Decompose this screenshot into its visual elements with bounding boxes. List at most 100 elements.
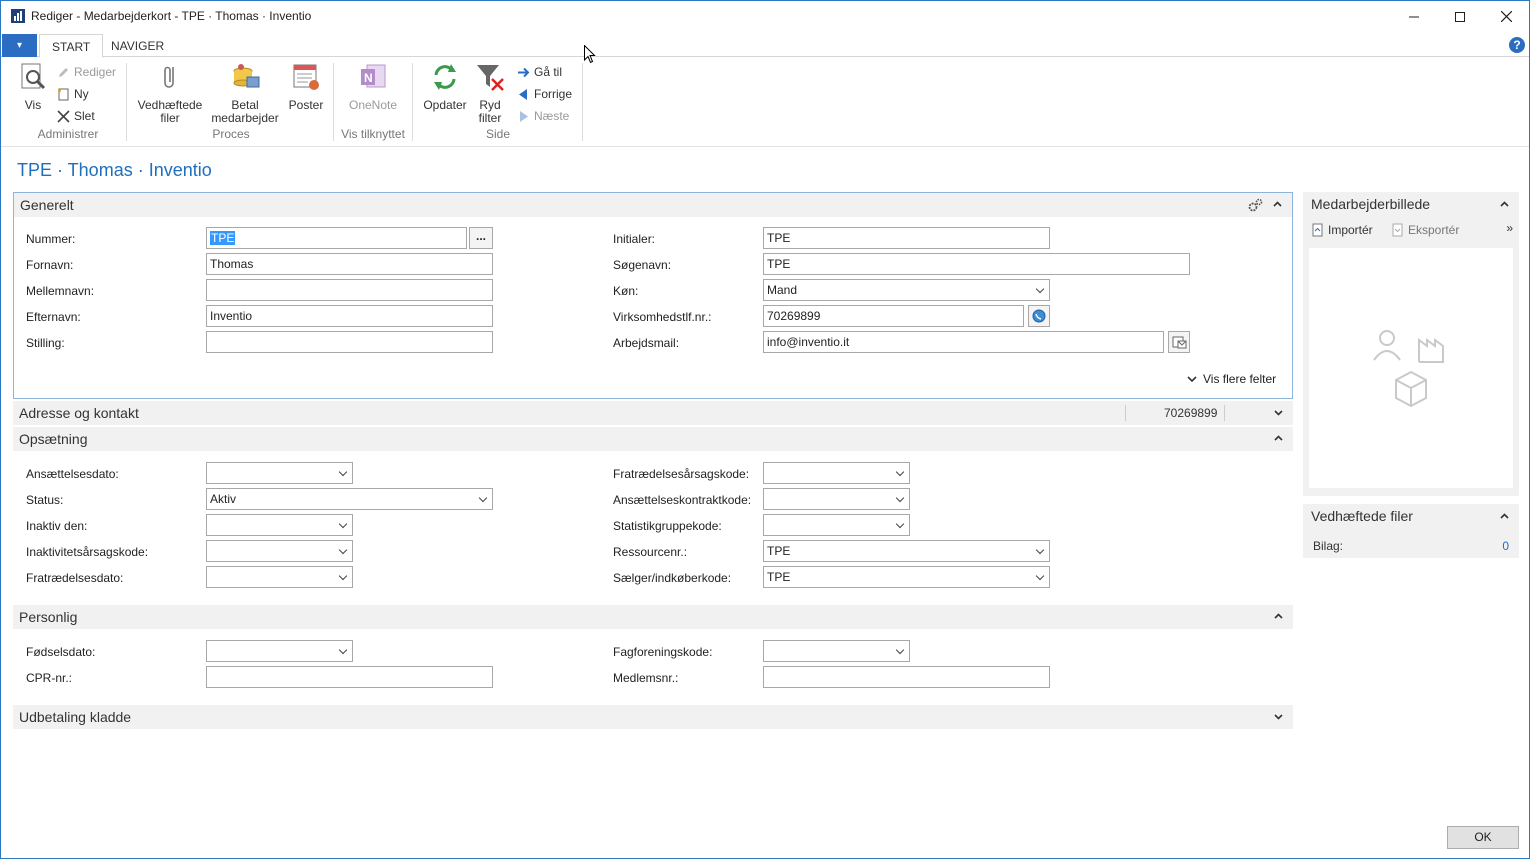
label-fagforeningskode: Fagforeningskode: — [613, 645, 713, 659]
bilag-count-link[interactable]: 0 — [1502, 539, 1509, 553]
edit-button[interactable]: Rediger — [57, 63, 116, 81]
chevron-up-icon[interactable] — [1273, 201, 1282, 207]
fasttab-general-header[interactable]: Generelt — [14, 193, 1292, 217]
app-menu-button[interactable]: ▾ — [2, 34, 37, 57]
saelger-select[interactable]: TPE — [763, 566, 1050, 588]
fasttab-payment-header[interactable]: Udbetaling kladde — [13, 705, 1293, 729]
fratraedelsesdato-select[interactable] — [206, 566, 353, 588]
ribbon-tab-bar: ▾ START NAVIGER ? — [1, 34, 1529, 58]
triangle-right-icon — [520, 110, 528, 122]
arbejdsmail-field[interactable]: info@inventio.it — [763, 331, 1164, 353]
label-fratraedelsesdato: Fratrædelsesdato: — [26, 571, 124, 585]
label-nummer: Nummer: — [26, 232, 76, 246]
efternavn-field[interactable]: Inventio — [206, 305, 493, 327]
inaktiv-den-select[interactable] — [206, 514, 353, 536]
title-bar: Rediger - Medarbejderkort - TPE · Thomas… — [1, 1, 1529, 32]
nummer-field[interactable]: TPE — [206, 227, 467, 249]
onenote-button[interactable]: N OneNote — [337, 61, 409, 112]
ok-button[interactable]: OK — [1447, 826, 1519, 849]
attachments-button[interactable]: Vedhæftede filer — [135, 61, 205, 125]
ribbon-group-side: Opdater Ryd filter Gå til Forrige Næste … — [415, 57, 583, 145]
mellemnavn-field[interactable] — [206, 279, 493, 301]
ressourcenr-select[interactable]: TPE — [763, 540, 1050, 562]
chevron-up-icon[interactable] — [1274, 435, 1283, 441]
nummer-value: TPE — [210, 231, 236, 245]
close-button[interactable] — [1483, 1, 1529, 32]
chevron-down-icon[interactable] — [1274, 714, 1283, 720]
more-actions-icon[interactable]: » — [1506, 221, 1513, 235]
summary-divider — [1125, 405, 1126, 421]
statistikgruppekode-select[interactable] — [763, 514, 910, 536]
foedselsdato-select[interactable] — [206, 640, 353, 662]
maximize-icon — [1455, 11, 1465, 22]
phone-call-icon — [1032, 309, 1046, 323]
factbox-picture-header[interactable]: Medarbejderbillede — [1303, 192, 1519, 216]
call-phone-button[interactable] — [1028, 305, 1050, 327]
label-statistikgruppekode: Statistikgruppekode: — [613, 519, 722, 533]
ansaettelsesdato-select[interactable] — [206, 462, 353, 484]
ansaettelseskontraktkode-select[interactable] — [763, 488, 910, 510]
fasttab-personal-header[interactable]: Personlig — [13, 605, 1293, 629]
clear-filter-button[interactable]: Ryd filter — [473, 61, 507, 125]
delete-button[interactable]: Slet — [57, 107, 95, 125]
view-icon — [21, 63, 46, 90]
chevron-up-icon[interactable] — [1274, 613, 1283, 619]
new-button[interactable]: Ny — [57, 85, 89, 103]
view-button[interactable]: Vis — [13, 61, 53, 112]
pay-employee-button[interactable]: Betal medarbejder — [207, 61, 283, 125]
help-icon[interactable]: ? — [1509, 37, 1525, 53]
label-mellemnavn: Mellemnavn: — [26, 284, 95, 298]
inaktivitetsaarsagskode-select[interactable] — [206, 540, 353, 562]
stilling-field[interactable] — [206, 331, 493, 353]
label-saelger: Sælger/indkøberkode: — [613, 571, 732, 585]
triangle-left-icon — [519, 88, 527, 100]
ribbon: Vis Rediger Ny Slet Administrer Vedhæfte… — [1, 57, 1529, 147]
fratraedelsesaarsagskode-select[interactable] — [763, 462, 910, 484]
ribbon-separator — [412, 63, 413, 141]
cpr-field[interactable] — [206, 666, 493, 688]
import-icon — [1312, 223, 1323, 237]
fagforeningskode-select[interactable] — [763, 640, 910, 662]
label-arbejdsmail: Arbejdsmail: — [613, 336, 680, 350]
maximize-button[interactable] — [1437, 1, 1483, 32]
fasttab-setup-header[interactable]: Opsætning — [13, 427, 1293, 451]
virksomhedstlf-field[interactable]: 70269899 — [763, 305, 1024, 327]
app-logo-icon — [11, 9, 25, 23]
label-ansaettelsesdato: Ansættelsesdato: — [26, 467, 119, 481]
fasttab-general: Generelt — [13, 192, 1293, 399]
status-select[interactable]: Aktiv — [206, 488, 493, 510]
initialer-field[interactable]: TPE — [763, 227, 1050, 249]
fornavn-field[interactable]: Thomas — [206, 253, 493, 275]
send-email-button[interactable] — [1168, 331, 1190, 353]
label-inaktivitetsaarsagskode: Inaktivitetsårsagskode: — [26, 545, 149, 559]
chevron-down-icon — [1187, 376, 1197, 383]
next-button[interactable]: Næste — [517, 107, 569, 125]
pencil-icon — [59, 67, 68, 77]
previous-button[interactable]: Forrige — [517, 85, 572, 103]
import-picture-button[interactable]: Importér — [1311, 223, 1373, 237]
chevron-down-icon[interactable] — [1274, 410, 1283, 416]
nummer-lookup-button[interactable]: ... — [469, 227, 493, 249]
ribbon-group-label: Proces — [212, 127, 250, 141]
medlemsnr-field[interactable] — [763, 666, 1050, 688]
minimize-button[interactable] — [1391, 1, 1437, 32]
chevron-up-icon[interactable] — [1500, 201, 1509, 207]
fasttab-address-header[interactable]: Adresse og kontakt 70269899 — [13, 401, 1293, 425]
show-more-fields-link[interactable]: Vis flere felter — [1187, 372, 1276, 386]
ribbon-group-label: Vis tilknyttet — [341, 127, 405, 141]
tab-start[interactable]: START — [39, 34, 104, 58]
picture-placeholder — [1309, 248, 1513, 488]
tab-navigate[interactable]: NAVIGER — [99, 34, 176, 57]
gears-icon[interactable] — [1248, 198, 1264, 212]
factbox-attachments-header[interactable]: Vedhæftede filer — [1303, 504, 1519, 528]
refresh-button[interactable]: Opdater — [419, 61, 471, 112]
label-ansaettelseskontraktkode: Ansættelseskontraktkode: — [613, 493, 752, 507]
bilag-label: Bilag: — [1313, 539, 1344, 553]
entries-button[interactable]: Poster — [285, 61, 327, 112]
goto-button[interactable]: Gå til — [517, 63, 562, 81]
chevron-up-icon[interactable] — [1500, 513, 1509, 519]
label-efternavn: Efternavn: — [26, 310, 81, 324]
soegenavn-field[interactable]: TPE — [763, 253, 1190, 275]
koen-select[interactable]: Mand — [763, 279, 1050, 301]
export-picture-button[interactable]: Eksportér — [1391, 223, 1459, 237]
